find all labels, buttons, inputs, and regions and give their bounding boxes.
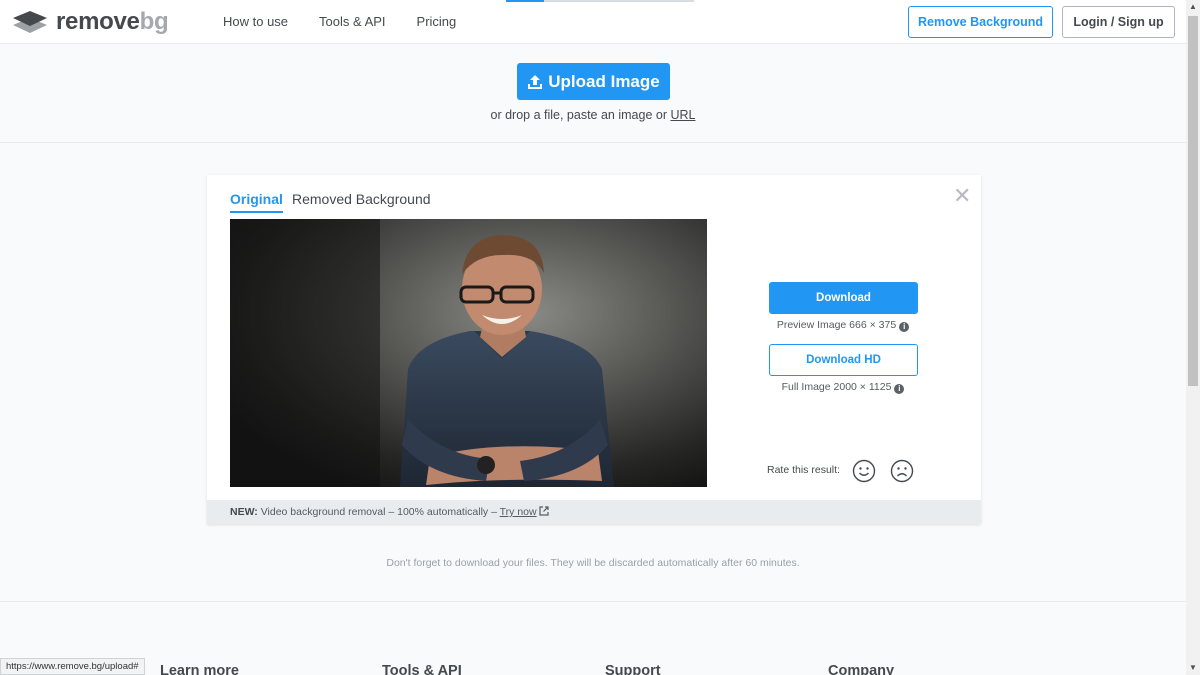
top-navbar: removebg How to use Tools & API Pricing … [0,0,1186,44]
footer-learn-more[interactable]: Learn more [160,663,239,675]
tab-removed-background[interactable]: Removed Background [292,191,431,207]
rate-result-label: Rate this result: [767,464,840,476]
portrait-photo [230,219,707,487]
footer-company[interactable]: Company [828,663,894,675]
new-label: NEW: [230,506,258,518]
upload-image-button[interactable]: Upload Image [517,63,670,100]
upload-button-label: Upload Image [548,71,660,91]
info-icon[interactable]: i [894,384,905,394]
footer-tools-api[interactable]: Tools & API [382,663,462,675]
drop-instructions: or drop a file, paste an image or URL [490,108,696,122]
nav-how-to-use[interactable]: How to use [223,14,288,29]
layers-logo-icon [13,11,47,33]
login-signup-button[interactable]: Login / Sign up [1062,6,1175,38]
external-link-icon [539,506,549,516]
page-loading-indicator [506,0,694,2]
upload-icon [528,74,543,89]
video-promo-bar: NEW: Video background removal – 100% aut… [207,500,981,524]
try-now-link[interactable]: Try now [500,506,537,518]
info-icon[interactable]: i [899,322,910,332]
download-hd-button[interactable]: Download HD [769,344,918,376]
result-card: Original Removed Background ✕ Download P… [207,175,981,524]
logo-text: removebg [56,8,169,35]
status-bar-url: https://www.remove.bg/upload# [0,658,145,675]
nav-tools-api[interactable]: Tools & API [319,14,385,29]
url-link[interactable]: URL [670,108,695,122]
remove-background-button[interactable]: Remove Background [908,6,1053,38]
scroll-down-arrow-icon[interactable]: ▼ [1186,661,1200,675]
section-divider [0,142,1186,143]
full-image-info: Full Image 2000 × 1125 i [737,381,949,394]
download-button[interactable]: Download [769,282,918,314]
removebg-logo[interactable]: removebg [12,8,169,36]
discard-notice: Don't forget to download your files. The… [386,557,800,569]
scrollbar-thumb[interactable] [1188,16,1198,386]
footer-support[interactable]: Support [605,663,661,675]
sad-face-icon[interactable] [890,459,914,483]
footer-divider [0,601,1186,602]
vertical-scrollbar[interactable]: ▲ ▼ [1186,0,1200,675]
original-image-preview [230,219,707,487]
happy-face-icon[interactable] [852,459,876,483]
nav-pricing[interactable]: Pricing [417,14,457,29]
close-icon[interactable]: ✕ [953,185,971,207]
scroll-up-arrow-icon[interactable]: ▲ [1186,0,1200,14]
main-nav: How to use Tools & API Pricing [223,14,456,29]
tab-original[interactable]: Original [230,191,283,213]
preview-image-info: Preview Image 666 × 375 i [737,319,949,332]
